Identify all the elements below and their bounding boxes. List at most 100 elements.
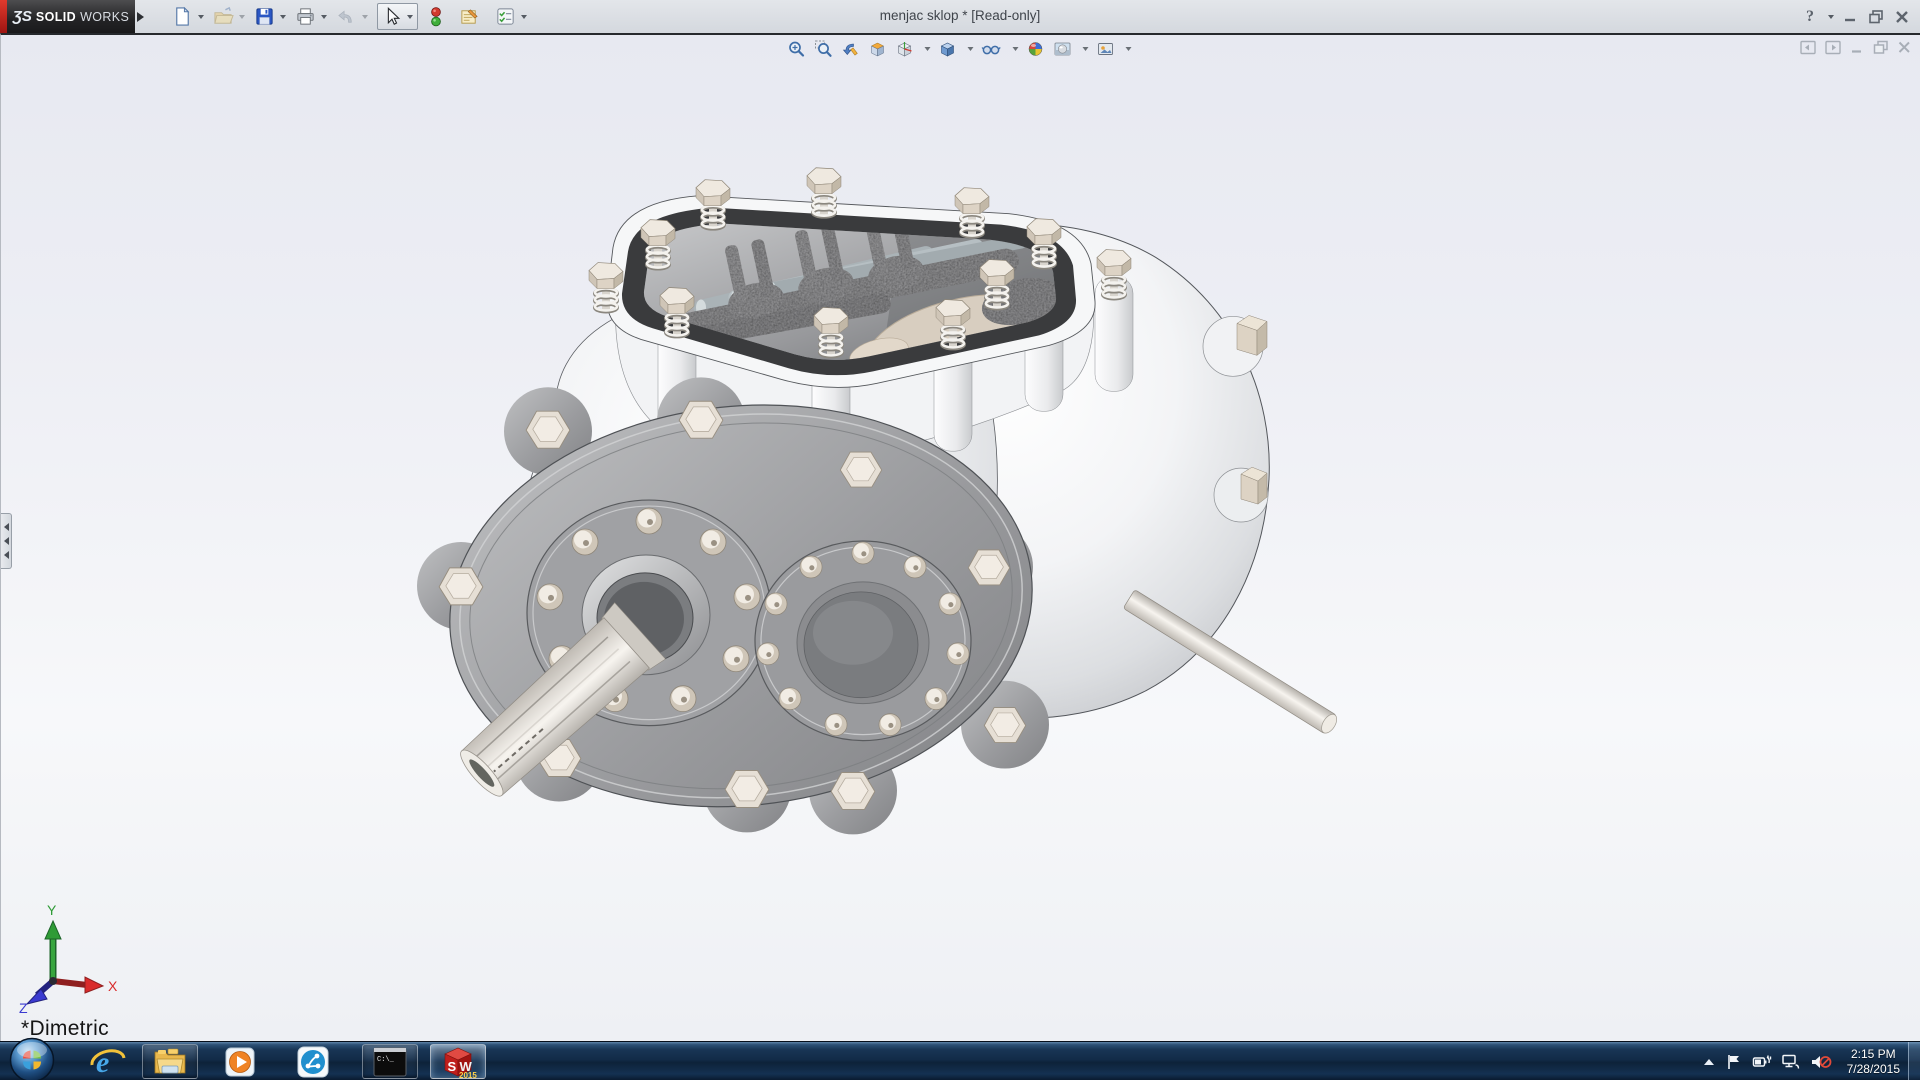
feature-manager-collapsed-handle[interactable] [1, 513, 12, 569]
3d-model-gearbox[interactable] [1, 35, 1920, 1041]
minimize-button[interactable] [1843, 9, 1859, 25]
taskbar-command-prompt[interactable]: C:\_ [362, 1044, 418, 1079]
print-button[interactable] [295, 6, 327, 27]
edit-appearance-icon [1027, 40, 1045, 58]
select-cursor-icon [382, 6, 402, 27]
doc-minimize-button[interactable] [1850, 40, 1865, 55]
reference-triad[interactable]: Y X Z [13, 903, 123, 1013]
taskbar-solidworks[interactable]: S W 2015 [430, 1044, 486, 1079]
display-style-icon [939, 40, 957, 58]
clock[interactable]: 2:15 PM 7/28/2015 [1841, 1047, 1906, 1077]
rebuild-button[interactable] [429, 6, 443, 28]
svg-text:C:\_: C:\_ [377, 1056, 395, 1064]
hide-show-items-button[interactable] [981, 39, 1003, 59]
view-orientation-button[interactable] [895, 39, 915, 59]
select-dropdown[interactable] [407, 15, 413, 19]
options-dropdown[interactable] [521, 15, 527, 19]
battery-plug-icon [1752, 1053, 1772, 1071]
taskbar-blue-network-app[interactable] [285, 1044, 341, 1079]
select-tool-active[interactable] [377, 3, 418, 30]
previous-view-button[interactable] [841, 39, 861, 59]
heads-up-view-toolbar [787, 39, 1132, 59]
restore-button[interactable] [1868, 9, 1885, 25]
show-hidden-icons-button[interactable] [1702, 1056, 1716, 1068]
action-center-button[interactable] [1725, 1053, 1743, 1071]
taskbar-media-player[interactable] [212, 1044, 268, 1079]
media-player-icon [223, 1046, 257, 1078]
zoom-to-area-button[interactable] [814, 39, 834, 59]
expand-left-icon [4, 537, 9, 545]
display-style-dropdown[interactable] [968, 47, 974, 51]
expand-left-icon [4, 523, 9, 531]
previous-view-icon [842, 40, 860, 58]
open-button[interactable] [213, 6, 245, 27]
undo-dropdown[interactable] [362, 15, 368, 19]
titlebar: ƷSSOLIDWORKS [0, 0, 1920, 33]
help-dropdown[interactable] [1828, 15, 1834, 19]
view-settings-button[interactable] [1096, 39, 1116, 59]
expand-left-icon [4, 551, 9, 559]
save-dropdown[interactable] [280, 15, 286, 19]
open-dropdown[interactable] [239, 15, 245, 19]
command-prompt-icon: C:\_ [372, 1047, 408, 1077]
options-icon [495, 6, 516, 27]
apply-scene-dropdown[interactable] [1083, 47, 1089, 51]
view-orientation-icon [896, 40, 914, 58]
save-button[interactable] [254, 6, 286, 27]
view-settings-dropdown[interactable] [1126, 47, 1132, 51]
triad-z-label: Z [19, 1000, 28, 1013]
start-button[interactable] [8, 1036, 56, 1080]
options-button[interactable] [495, 6, 527, 27]
section-view-icon [869, 40, 887, 58]
new-button[interactable] [172, 6, 204, 27]
titlebar-controls: ? [1806, 0, 1910, 33]
doc-close-button[interactable] [1897, 40, 1912, 55]
menu-flyout-button[interactable] [137, 7, 149, 26]
chevron-up-icon [1702, 1056, 1716, 1068]
windows-taskbar: e [0, 1041, 1920, 1080]
power-button[interactable] [1752, 1053, 1772, 1071]
flyout-arrow-icon [137, 12, 144, 22]
zoom-to-fit-button[interactable] [787, 39, 807, 59]
clock-time: 2:15 PM [1847, 1047, 1900, 1062]
logo-brand-bold: SOLID [36, 10, 76, 24]
document-window-controls [1800, 40, 1912, 55]
solidworks-logo[interactable]: ƷSSOLIDWORKS [7, 0, 135, 33]
zoom-to-area-icon [815, 40, 833, 58]
print-dropdown[interactable] [321, 15, 327, 19]
file-properties-button[interactable] [459, 6, 480, 27]
explorer-folder-icon [152, 1047, 188, 1077]
help-button[interactable]: ? [1806, 8, 1814, 26]
view-settings-icon [1097, 40, 1115, 58]
network-button[interactable] [1781, 1053, 1801, 1071]
close-button[interactable] [1894, 9, 1910, 25]
taskbar-internet-explorer[interactable]: e [80, 1044, 136, 1079]
new-dropdown[interactable] [198, 15, 204, 19]
internet-explorer-icon: e [89, 1045, 127, 1079]
section-view-button[interactable] [868, 39, 888, 59]
triad-x-label: X [108, 978, 118, 994]
apply-scene-icon [1054, 40, 1072, 58]
edit-appearance-button[interactable] [1026, 39, 1046, 59]
stoplight-icon [429, 6, 443, 28]
hide-show-items-dropdown[interactable] [1013, 47, 1019, 51]
logo-3ds-glyph: ƷS [13, 8, 32, 25]
display-style-button[interactable] [938, 39, 958, 59]
apply-scene-button[interactable] [1053, 39, 1073, 59]
graphics-area[interactable]: Y X Z *Dimetric [0, 33, 1920, 1041]
taskbar-windows-explorer[interactable] [142, 1044, 198, 1079]
action-center-flag-icon [1725, 1053, 1743, 1071]
undo-button[interactable] [336, 6, 368, 27]
doc-restore-button[interactable] [1873, 40, 1889, 55]
network-icon [1781, 1053, 1801, 1071]
window-title: menjac sklop * [Read-only] [880, 8, 1041, 23]
volume-muted-icon [1810, 1053, 1832, 1071]
show-left-pane-button[interactable] [1800, 40, 1817, 55]
view-orientation-dropdown[interactable] [925, 47, 931, 51]
open-folder-icon [213, 6, 234, 27]
show-right-pane-button[interactable] [1825, 40, 1842, 55]
volume-button[interactable] [1810, 1053, 1832, 1071]
clock-date: 7/28/2015 [1847, 1062, 1900, 1077]
show-desktop-button[interactable] [1908, 1042, 1920, 1080]
svg-text:S: S [448, 1059, 457, 1074]
